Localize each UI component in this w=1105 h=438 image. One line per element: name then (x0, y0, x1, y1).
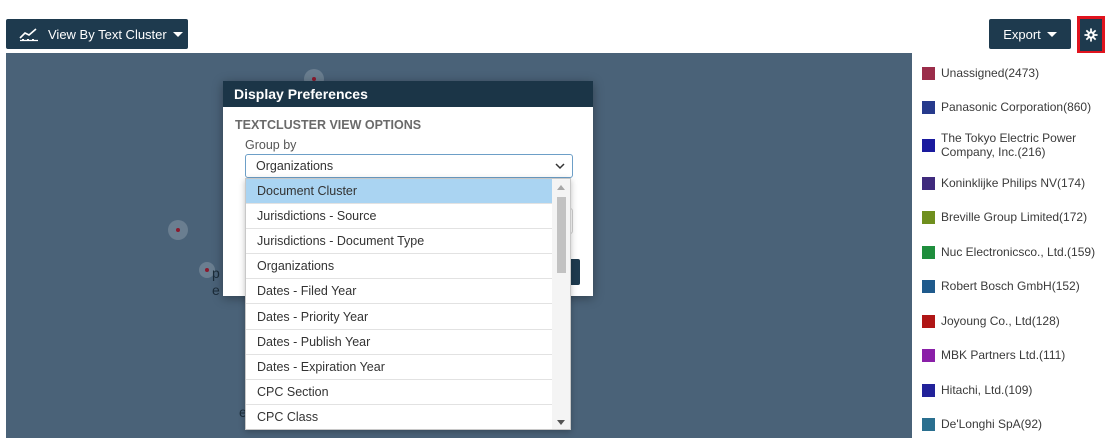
legend-swatch (922, 67, 935, 80)
legend-item[interactable]: MBK Partners Ltd.(111) (922, 348, 1065, 362)
dropdown-option[interactable]: Dates - Priority Year (246, 304, 552, 330)
legend-item[interactable]: Joyoung Co., Ltd(128) (922, 314, 1060, 328)
legend-item[interactable]: De'Longhi SpA(92) (922, 417, 1042, 431)
top-toolbar: View By Text Cluster Export (0, 8, 1105, 54)
legend-item[interactable]: Unassigned(2473) (922, 66, 1039, 80)
legend-swatch (922, 418, 935, 431)
dropdown-option[interactable]: Dates - Expiration Year (246, 355, 552, 380)
dropdown-option[interactable]: Organizations (246, 254, 552, 280)
cluster-label-fragment: e (212, 282, 220, 298)
scrollbar-thumb[interactable] (557, 197, 566, 273)
app-window: View By Text Cluster Export p e e Unassi… (0, 0, 1105, 438)
legend-label: Hitachi, Ltd.(109) (941, 383, 1033, 397)
legend-label: Koninklijke Philips NV(174) (941, 176, 1086, 190)
dropdown-option[interactable]: Jurisdictions - Document Type (246, 229, 552, 255)
caret-down-icon (172, 31, 183, 37)
group-by-label: Group by (245, 138, 297, 152)
chevron-down-icon (555, 163, 565, 170)
legend-label: The Tokyo Electric Power Company, Inc.(2… (941, 131, 1077, 159)
export-button[interactable]: Export (989, 19, 1071, 49)
legend-label: MBK Partners Ltd.(111) (941, 348, 1066, 362)
legend-label: Unassigned(2473) (941, 66, 1040, 80)
dropdown-option[interactable]: CPC Class (246, 405, 552, 429)
legend-swatch (922, 211, 935, 224)
cluster-label-fragment: p (212, 265, 220, 281)
legend-item[interactable]: Nuc Electronicsco., Ltd.(159) (922, 245, 1095, 259)
scroll-up-arrow-icon[interactable] (557, 185, 565, 190)
legend-panel: Unassigned(2473) Panasonic Corporation(8… (912, 53, 1105, 438)
export-label: Export (1003, 26, 1041, 42)
dropdown-option[interactable]: Dates - Publish Year (246, 330, 552, 355)
legend-swatch (922, 280, 935, 293)
legend-label: Nuc Electronicsco., Ltd.(159) (941, 245, 1096, 259)
legend-item[interactable]: Robert Bosch GmbH(152) (922, 279, 1080, 293)
legend-swatch (922, 384, 935, 397)
settings-button[interactable] (1077, 16, 1105, 54)
section-title: TEXTCLUSTER VIEW OPTIONS (235, 118, 422, 132)
legend-swatch (922, 246, 935, 259)
dropdown-option[interactable]: Jurisdictions - Source (246, 204, 552, 230)
scroll-down-arrow-icon[interactable] (557, 420, 565, 425)
gear-icon (1084, 28, 1098, 42)
legend-swatch (922, 315, 935, 328)
dialog-title: Display Preferences (223, 81, 593, 107)
legend-label: Joyoung Co., Ltd(128) (941, 314, 1060, 328)
view-by-label: View By Text Cluster (48, 26, 167, 42)
legend-item[interactable]: Hitachi, Ltd.(109) (922, 383, 1032, 397)
legend-label: Breville Group Limited(172) (941, 210, 1088, 224)
legend-swatch (922, 349, 935, 362)
legend-swatch (922, 101, 935, 114)
legend-item[interactable]: Breville Group Limited(172) (922, 210, 1087, 224)
view-by-button[interactable]: View By Text Cluster (6, 19, 188, 49)
legend-item[interactable]: Koninklijke Philips NV(174) (922, 176, 1085, 190)
dropdown-option[interactable]: Document Cluster (246, 179, 552, 205)
legend-item[interactable]: The Tokyo Electric Power Company, Inc.(2… (922, 131, 1097, 159)
dropdown-option[interactable]: CPC Section (246, 380, 552, 405)
line-chart-icon (19, 28, 38, 42)
dropdown-option[interactable]: Dates - Filed Year (246, 279, 552, 305)
group-by-select[interactable]: Organizations (245, 154, 573, 178)
cluster-node[interactable] (168, 220, 188, 240)
legend-swatch (922, 177, 935, 190)
legend-swatch (922, 139, 935, 152)
legend-item[interactable]: Panasonic Corporation(860) (922, 100, 1091, 114)
legend-label: Panasonic Corporation(860) (941, 100, 1092, 114)
group-by-options-list[interactable]: Document Cluster Jurisdictions - Source Ju… (245, 178, 571, 430)
caret-down-icon (1046, 31, 1057, 37)
group-by-value: Organizations (256, 159, 334, 173)
dropdown-scrollbar[interactable] (552, 179, 570, 429)
legend-label: Robert Bosch GmbH(152) (941, 279, 1080, 293)
options-list: Document Cluster Jurisdictions - Source Ju… (246, 179, 552, 429)
legend-label: De'Longhi SpA(92) (941, 417, 1043, 431)
